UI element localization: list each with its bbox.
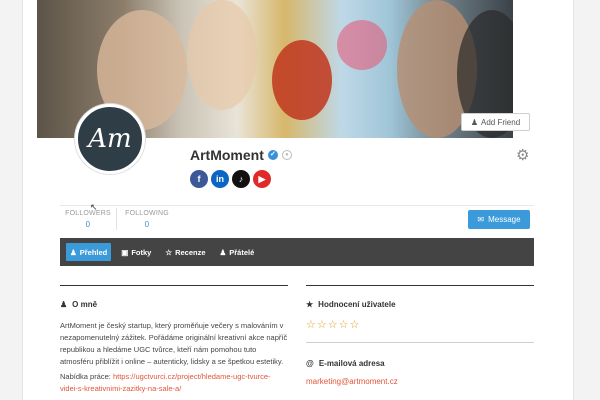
facebook-icon[interactable]: f xyxy=(190,170,208,188)
section-divider xyxy=(60,285,288,286)
add-friend-label: Add Friend xyxy=(481,117,521,127)
image-icon: ▣ xyxy=(121,247,129,257)
user-add-icon: ♟ xyxy=(470,117,479,127)
linkedin-icon[interactable]: in xyxy=(211,170,229,188)
page-title: ArtMoment xyxy=(190,147,264,163)
rating-heading: ★ Hodnocení uživatele xyxy=(306,300,396,309)
email-link[interactable]: marketing@artmoment.cz xyxy=(306,377,398,386)
email-heading: @ E-mailová adresa xyxy=(306,359,385,368)
mouse-cursor-icon: ↖ xyxy=(90,202,98,212)
divider xyxy=(60,205,534,206)
following-label: FOLLOWING xyxy=(125,210,169,217)
about-heading: ♟ O mně xyxy=(60,300,97,309)
youtube-icon[interactable]: ▶ xyxy=(253,170,271,188)
gear-icon[interactable]: ⚙ xyxy=(516,146,529,164)
email-title: E-mailová adresa xyxy=(318,359,385,368)
followers-stat[interactable]: FOLLOWERS 0 xyxy=(62,210,114,229)
verified-icon: ✓ xyxy=(267,150,278,160)
tab-label: Přátelé xyxy=(229,247,255,257)
social-links: f in ♪ ▶ xyxy=(190,170,271,188)
tab-pratele[interactable]: ♟ Přátelé xyxy=(216,243,259,261)
badge-icon: ● xyxy=(281,150,292,160)
tab-recenze[interactable]: ☆ Recenze xyxy=(161,243,209,261)
about-title: O mně xyxy=(72,300,98,309)
following-stat[interactable]: FOLLOWING 0 xyxy=(120,210,174,229)
user-icon: ♟ xyxy=(60,300,68,309)
followers-label: FOLLOWERS xyxy=(65,210,111,217)
about-text-block: ArtMoment je český startup, který proměň… xyxy=(60,320,288,395)
envelope-icon: ✉ xyxy=(477,215,485,224)
star-icon: ★ xyxy=(306,300,314,309)
avatar[interactable]: Am xyxy=(75,104,145,174)
message-label: Message xyxy=(488,215,521,224)
divider xyxy=(116,208,117,230)
about-text: ArtMoment je český startup, který proměň… xyxy=(60,321,288,366)
rating-title: Hodnocení uživatele xyxy=(318,300,396,309)
star-icon: ☆ xyxy=(165,247,173,257)
rating-stars: ☆☆☆☆☆ xyxy=(306,319,361,331)
offer-label: Nabídka práce: xyxy=(60,372,111,381)
user-icon: ♟ xyxy=(70,247,77,257)
add-friend-button[interactable]: ♟ Add Friend xyxy=(461,113,530,131)
tab-prehled[interactable]: ♟ Přehled xyxy=(66,243,112,261)
section-divider xyxy=(306,342,534,343)
following-count: 0 xyxy=(144,220,150,229)
users-icon: ♟ xyxy=(219,247,227,257)
profile-tabs: ♟ Přehled ▣ Fotky ☆ Recenze ♟ Přátelé xyxy=(60,238,534,266)
at-icon: @ xyxy=(306,359,314,368)
tiktok-icon[interactable]: ♪ xyxy=(232,170,250,188)
tab-label: Recenze xyxy=(175,247,206,257)
tab-label: Přehled xyxy=(79,247,108,257)
message-button[interactable]: ✉ Message xyxy=(468,210,530,229)
profile-name-row: ArtMoment ✓ ● xyxy=(190,147,292,163)
tab-fotky[interactable]: ▣ Fotky xyxy=(117,243,155,261)
section-divider xyxy=(306,285,534,286)
followers-count: 0 xyxy=(85,220,91,229)
tab-label: Fotky xyxy=(131,247,152,257)
